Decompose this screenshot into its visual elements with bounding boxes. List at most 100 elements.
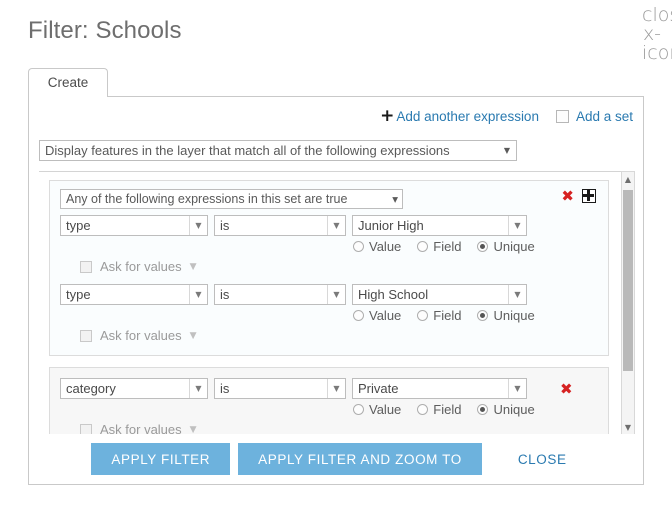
operator-select[interactable]: is ▼: [214, 284, 346, 305]
ask-for-values-row[interactable]: Ask for values ▼: [80, 328, 598, 343]
chevron-down-icon: ▼: [504, 141, 516, 160]
tab-seam: [29, 95, 107, 97]
radio-field[interactable]: Field: [417, 402, 461, 417]
set-mode-select[interactable]: Any of the following expressions in this…: [60, 189, 403, 209]
chevron-down-icon: ▼: [189, 285, 207, 304]
close-icon[interactable]: close-x-icon: [642, 6, 662, 26]
match-mode-value: Display features in the layer that match…: [45, 141, 450, 160]
tab-strip: Create: [28, 68, 644, 96]
radio-icon: [417, 241, 428, 252]
operator-value: is: [220, 287, 229, 302]
operator-select[interactable]: is ▼: [214, 378, 346, 399]
radio-value-label: Value: [369, 308, 401, 323]
radio-icon: [353, 310, 364, 321]
move-set-icon[interactable]: [582, 189, 596, 203]
source-radio-group: Value Field Unique: [353, 239, 535, 254]
plus-icon: +: [380, 109, 394, 123]
field-value: category: [66, 381, 116, 396]
source-radio-group: Value Field Unique: [353, 308, 535, 323]
ask-for-values-row[interactable]: Ask for values ▼: [80, 259, 598, 274]
chevron-down-icon: ▼: [190, 425, 197, 435]
value-select[interactable]: Junior High ▼: [352, 215, 527, 236]
value-select[interactable]: Private ▼: [352, 378, 527, 399]
scroll-down-icon[interactable]: ▼: [622, 420, 634, 434]
value-select[interactable]: High School ▼: [352, 284, 527, 305]
chevron-down-icon: ▼: [508, 379, 526, 398]
add-a-set-checkbox[interactable]: Add a set: [556, 109, 633, 124]
source-radio-group: Value Field Unique: [353, 402, 535, 417]
add-another-expression-button[interactable]: + Add another expression: [380, 109, 539, 124]
radio-unique[interactable]: Unique: [477, 239, 534, 254]
filter-panel: + Add another expression Add a set Displ…: [28, 96, 644, 485]
radio-selected-icon: [477, 310, 488, 321]
expression-set: category ▼ is ▼ Private ▼ ✖: [49, 367, 609, 435]
radio-field-label: Field: [433, 308, 461, 323]
operator-value: is: [220, 381, 229, 396]
chevron-down-icon: ▼: [327, 379, 345, 398]
chevron-down-icon: ▼: [189, 216, 207, 235]
chevron-down-icon: ▼: [327, 216, 345, 235]
apply-filter-and-zoom-button[interactable]: APPLY FILTER AND ZOOM TO: [238, 443, 482, 475]
expressions-list: Any of the following expressions in this…: [39, 172, 619, 435]
expression-controls: type ▼ is ▼ Junior High ▼: [60, 215, 598, 236]
scroll-up-icon[interactable]: ▲: [622, 172, 634, 186]
radio-field[interactable]: Field: [417, 308, 461, 323]
dialog-title: Filter: Schools: [28, 17, 182, 45]
radio-unique-label: Unique: [493, 308, 534, 323]
expression-controls: category ▼ is ▼ Private ▼ ✖: [60, 378, 598, 399]
operator-value: is: [220, 218, 229, 233]
tab-create[interactable]: Create: [28, 68, 108, 97]
chevron-down-icon: ▼: [508, 216, 526, 235]
expression-controls: type ▼ is ▼ High School ▼: [60, 284, 598, 305]
expressions-scroll-area[interactable]: Any of the following expressions in this…: [39, 171, 635, 435]
ask-for-values-label: Ask for values: [100, 259, 182, 274]
delete-set-icon[interactable]: ✖: [560, 382, 573, 396]
value-value: High School: [358, 287, 428, 302]
checkbox-icon: [556, 110, 569, 123]
checkbox-icon: [80, 261, 92, 273]
expression-row: type ▼ is ▼ High School ▼: [60, 284, 598, 343]
panel-actions: + Add another expression Add a set: [380, 107, 633, 125]
radio-value[interactable]: Value: [353, 402, 401, 417]
radio-selected-icon: [477, 404, 488, 415]
field-value: type: [66, 287, 91, 302]
radio-value[interactable]: Value: [353, 308, 401, 323]
value-value: Junior High: [358, 218, 424, 233]
field-select[interactable]: type ▼: [60, 284, 208, 305]
radio-field[interactable]: Field: [417, 239, 461, 254]
radio-selected-icon: [477, 241, 488, 252]
radio-unique[interactable]: Unique: [477, 402, 534, 417]
delete-set-icon[interactable]: ✖: [561, 189, 574, 203]
radio-icon: [353, 241, 364, 252]
radio-unique-label: Unique: [493, 402, 534, 417]
radio-icon: [417, 310, 428, 321]
expression-set: Any of the following expressions in this…: [49, 180, 609, 356]
apply-filter-button[interactable]: APPLY FILTER: [91, 443, 230, 475]
operator-select[interactable]: is ▼: [214, 215, 346, 236]
expression-source-row: Value Field Unique: [60, 239, 598, 254]
scrollbar-thumb[interactable]: [623, 190, 633, 371]
field-select[interactable]: type ▼: [60, 215, 208, 236]
dialog-footer: APPLY FILTER APPLY FILTER AND ZOOM TO CL…: [29, 434, 643, 484]
chevron-down-icon: ▼: [327, 285, 345, 304]
add-a-set-label: Add a set: [576, 109, 633, 124]
expression-source-row: Value Field Unique: [60, 308, 598, 323]
field-value: type: [66, 218, 91, 233]
chevron-down-icon: ▼: [190, 262, 197, 272]
radio-icon: [417, 404, 428, 415]
chevron-down-icon: ▼: [392, 195, 402, 204]
set-header: Any of the following expressions in this…: [60, 189, 598, 209]
radio-value-label: Value: [369, 402, 401, 417]
radio-unique-label: Unique: [493, 239, 534, 254]
close-button[interactable]: CLOSE: [504, 452, 581, 467]
chevron-down-icon: ▼: [508, 285, 526, 304]
radio-unique[interactable]: Unique: [477, 308, 534, 323]
value-value: Private: [358, 381, 398, 396]
vertical-scrollbar[interactable]: ▲ ▼: [621, 171, 635, 435]
radio-value[interactable]: Value: [353, 239, 401, 254]
filter-dialog: close-x-icon Filter: Schools Create + Ad…: [0, 0, 672, 510]
field-select[interactable]: category ▼: [60, 378, 208, 399]
radio-field-label: Field: [433, 239, 461, 254]
match-mode-select[interactable]: Display features in the layer that match…: [39, 140, 517, 161]
radio-value-label: Value: [369, 239, 401, 254]
